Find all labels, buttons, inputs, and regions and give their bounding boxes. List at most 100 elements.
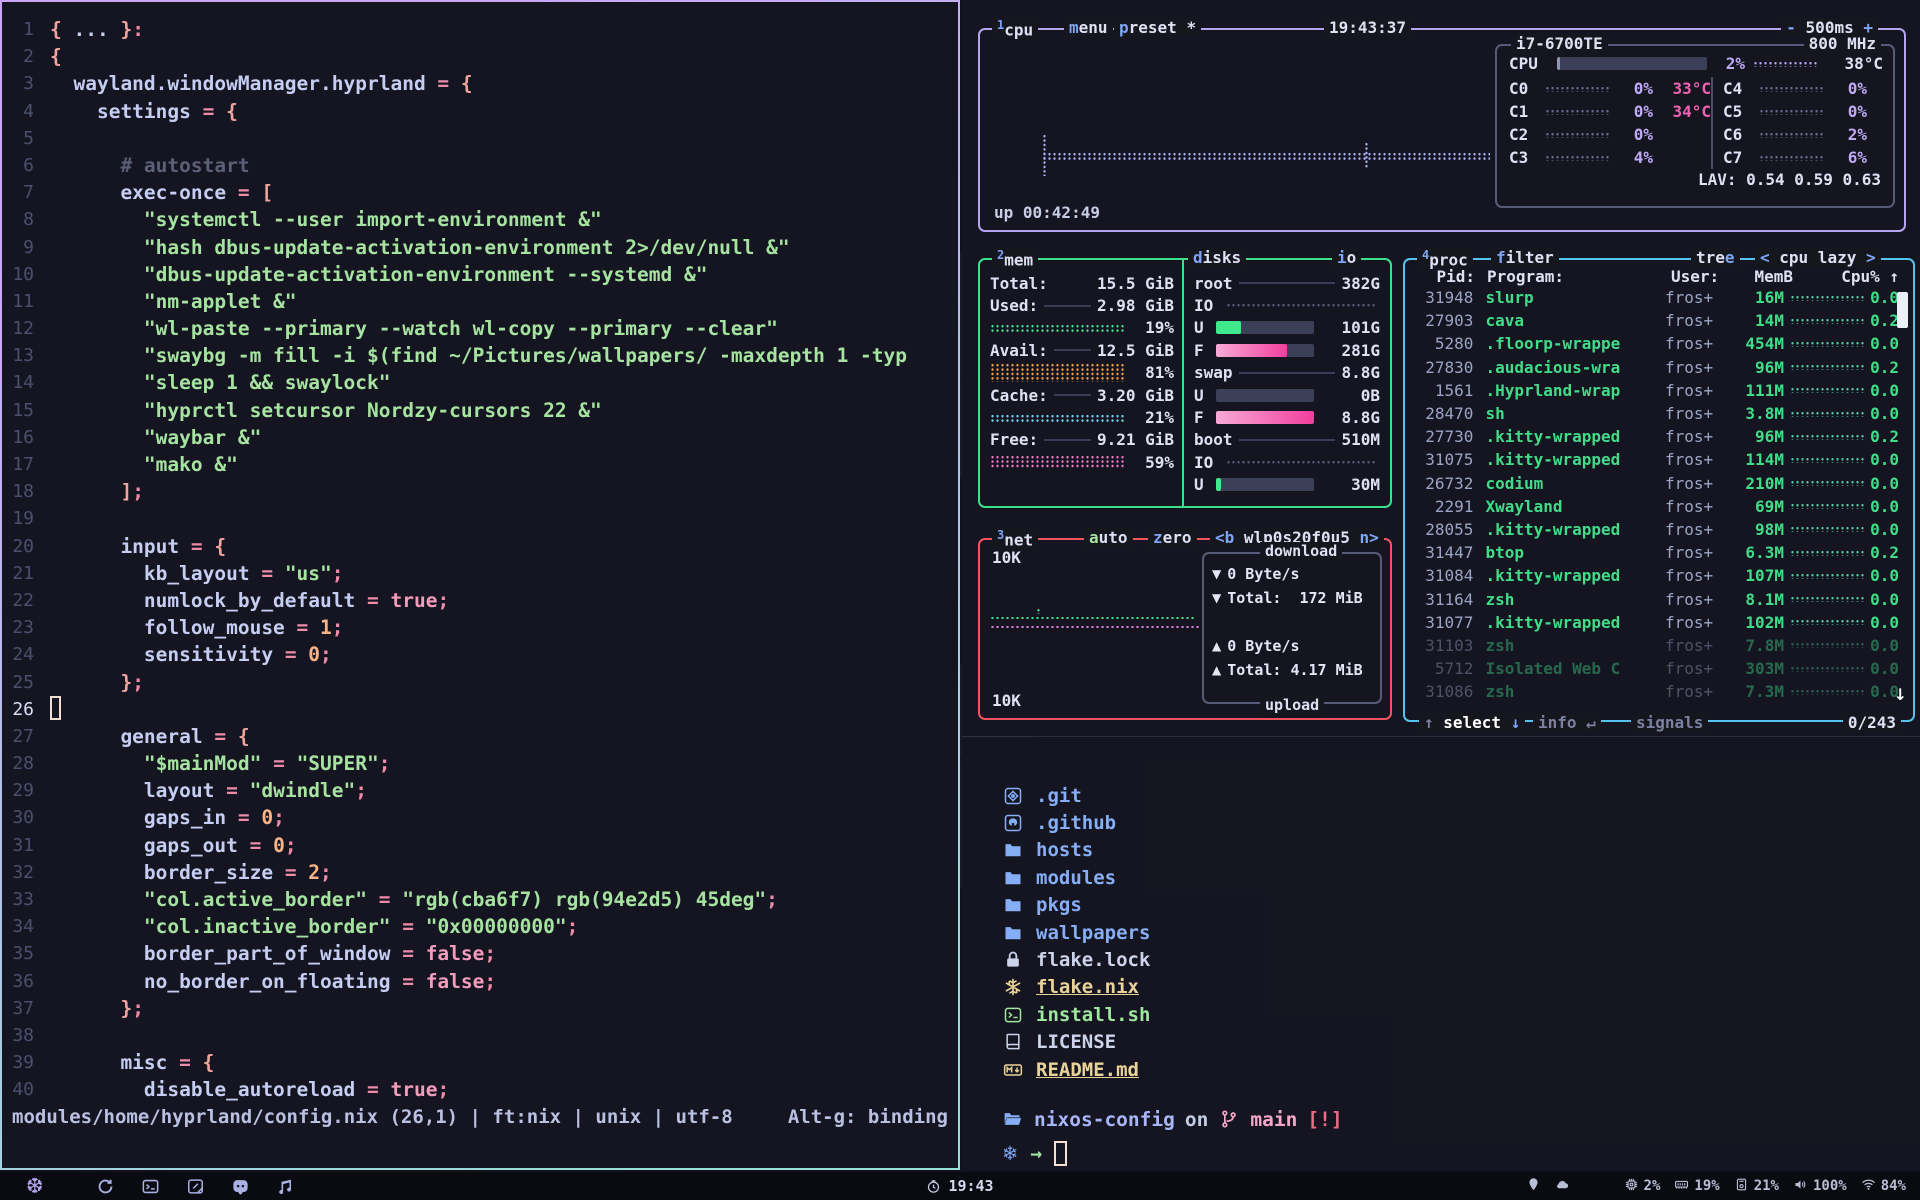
proc-filter-button[interactable]: filter [1491, 248, 1559, 267]
core-mini-graph [1545, 86, 1609, 92]
core-name: C1 [1509, 102, 1539, 121]
line-number: 3 [2, 70, 50, 97]
disk-usage-fill [1216, 321, 1241, 334]
proc-box-title[interactable]: 4proc [1417, 248, 1473, 269]
terminal-window[interactable]: .git.githubhostsmodulespkgswallpapersfla… [962, 738, 1920, 1170]
code-line: 18 ]; [2, 478, 958, 505]
header-user[interactable]: User: [1671, 267, 1741, 286]
process-row[interactable]: 31077.kitty-wrappedfros+102M0.0 [1405, 611, 1913, 634]
core-percent: 0% [1829, 102, 1867, 121]
line-number: 22 [2, 587, 50, 614]
proc-signals-hint[interactable]: signals [1631, 713, 1708, 732]
process-row[interactable]: 31948slurpfros+16M0.0 [1405, 286, 1913, 309]
mem-box-title[interactable]: 2mem [992, 248, 1038, 269]
file-row: wallpapers [1002, 919, 1920, 946]
token [50, 480, 120, 503]
token: no_border_on_floating [50, 970, 402, 993]
proc-select-hint[interactable]: ↑ select ↓ [1419, 713, 1525, 732]
mem-stat-label: Used: [990, 296, 1038, 315]
file-row: modules [1002, 864, 1920, 891]
line-number: 37 [2, 995, 50, 1022]
proc-scroll-down-icon[interactable]: ↓ [1894, 685, 1907, 704]
process-cell: 27830 [1411, 358, 1473, 377]
process-row[interactable]: 26732codiumfros+210M0.0 [1405, 472, 1913, 495]
proc-info-hint[interactable]: info ↵ [1533, 713, 1601, 732]
disk-bar-label: U [1194, 386, 1208, 405]
line-number: 8 [2, 206, 50, 233]
token: "$mainMod" [144, 752, 261, 775]
line-content: border_size = 2; [50, 859, 332, 886]
editor-cursor [50, 696, 61, 720]
process-row[interactable]: 5712Isolated Web Cfros+303M0.0 [1405, 657, 1913, 680]
process-row[interactable]: 1561.Hyprland-wrapfros+111M0.0 [1405, 379, 1913, 402]
file-name: flake.lock [1036, 949, 1150, 971]
menu-button[interactable]: menu [1064, 18, 1113, 37]
process-row[interactable]: 31075.kitty-wrappedfros+114M0.0 [1405, 448, 1913, 471]
process-cell: fros+ [1665, 613, 1733, 632]
line-content: "dbus-update-activation-environment --sy… [50, 261, 707, 288]
code-line: 19 [2, 505, 958, 532]
disk-io-row: IO [1194, 294, 1380, 316]
cpu-total-meter [1557, 57, 1707, 70]
process-row[interactable]: 28470shfros+3.8M0.0 [1405, 402, 1913, 425]
token: ; [567, 915, 579, 938]
process-row[interactable]: 31084.kitty-wrappedfros+107M0.0 [1405, 564, 1913, 587]
process-row[interactable]: 2291Xwaylandfros+69M0.0 [1405, 495, 1913, 518]
process-row[interactable]: 28055.kitty-wrappedfros+98M0.0 [1405, 518, 1913, 541]
disks-toggle[interactable]: disks [1188, 248, 1246, 267]
proc-tree-toggle[interactable]: tree [1691, 248, 1740, 267]
process-row[interactable]: 27830.audacious-wrafros+96M0.2 [1405, 356, 1913, 379]
process-cell: fros+ [1665, 404, 1733, 423]
nix-icon [1002, 976, 1024, 998]
token: ; [132, 671, 144, 694]
cpu-box-title[interactable]: 1cpu [992, 18, 1038, 39]
taskbar-clock[interactable]: 19:43 [0, 1177, 1920, 1195]
core-mini-graph [1545, 132, 1609, 138]
shell-prompt-line2[interactable]: ❄ → [1002, 1139, 1920, 1167]
mem-history-graph [990, 455, 1124, 469]
process-row[interactable]: 27903cavafros+14M0.2 [1405, 309, 1913, 332]
editor-code-area[interactable]: 1{ ... }:2{3 wayland.windowManager.hyprl… [2, 2, 958, 1128]
terminal-cursor [1054, 1141, 1067, 1166]
header-memb[interactable]: MemB [1741, 267, 1793, 286]
net-zero-toggle[interactable]: zero [1148, 528, 1197, 547]
process-row[interactable]: 31103zshfros+7.8M0.0 [1405, 634, 1913, 657]
proc-sort-selector[interactable]: < cpu lazy > [1755, 248, 1881, 267]
file-row: README.md [1002, 1056, 1920, 1083]
process-row[interactable]: 5280.floorp-wrappefros+454M0.0 [1405, 332, 1913, 355]
process-cell: fros+ [1665, 659, 1733, 678]
process-row[interactable]: 27730.kitty-wrappedfros+96M0.2 [1405, 425, 1913, 448]
process-cell: 31077 [1411, 613, 1473, 632]
disk-io-graph [1226, 303, 1376, 308]
disk-usage-value: 281G [1322, 341, 1380, 360]
cpu-total-mini-graph [1753, 61, 1817, 67]
header-cpu[interactable]: Cpu% ↑ [1793, 267, 1899, 286]
line-number: 31 [2, 832, 50, 859]
io-mode-toggle[interactable]: io [1332, 248, 1361, 267]
line-content: kb_layout = "us"; [50, 560, 344, 587]
core-row: C00%33°C [1509, 77, 1711, 100]
mem-stat-value: 2.98 GiB [1097, 296, 1174, 315]
process-row[interactable]: 31164zshfros+8.1M0.0 [1405, 587, 1913, 610]
net-box-title[interactable]: 3net [992, 528, 1038, 549]
process-row[interactable]: 31086zshfros+7.3M0.0 [1405, 680, 1913, 703]
header-pid[interactable]: Pid: [1411, 267, 1475, 286]
disk-title-row: boot510M [1194, 429, 1380, 451]
token: layout [50, 779, 226, 802]
file-row: pkgs [1002, 892, 1920, 919]
proc-table[interactable]: 31948slurpfros+16M0.027903cavafros+14M0.… [1405, 286, 1913, 703]
preset-button[interactable]: preset * [1114, 18, 1201, 37]
process-row[interactable]: 31447btopfros+6.3M0.2 [1405, 541, 1913, 564]
token: follow_mouse [50, 616, 297, 639]
divider-line [1054, 349, 1091, 351]
divider-line [1044, 305, 1091, 307]
file-name: modules [1036, 867, 1116, 889]
process-cell: fros+ [1665, 497, 1733, 516]
header-program[interactable]: Program: [1475, 267, 1671, 286]
token: ] [120, 480, 132, 503]
net-auto-toggle[interactable]: auto [1084, 528, 1133, 547]
line-number: 40 [2, 1076, 50, 1103]
mem-stat-row: Cache:3.20 GiB [990, 384, 1174, 406]
line-content: ]; [50, 478, 144, 505]
proc-scrollbar-thumb[interactable] [1897, 292, 1908, 328]
